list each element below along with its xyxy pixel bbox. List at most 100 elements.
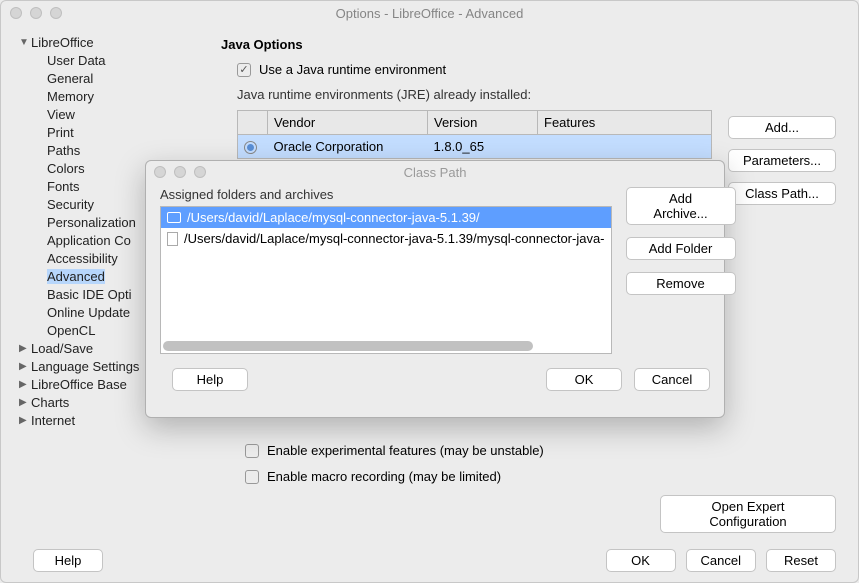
classpath-title: Class Path xyxy=(146,165,724,180)
disclosure-right-icon: ▶ xyxy=(19,361,31,372)
classpath-body: Assigned folders and archives /Users/dav… xyxy=(146,183,724,364)
tree-item-memory[interactable]: Memory xyxy=(15,87,201,105)
jre-col-features: Features xyxy=(538,111,712,135)
experimental-row[interactable]: Enable experimental features (may be uns… xyxy=(245,443,645,458)
add-folder-button[interactable]: Add Folder xyxy=(626,237,736,260)
jre-col-vendor: Vendor xyxy=(268,111,428,135)
tree-group-label: Internet xyxy=(31,413,75,428)
jre-table[interactable]: Vendor Version Features Oracle Corporati… xyxy=(237,110,712,159)
options-bottom-bar: Help OK Cancel Reset xyxy=(1,538,858,582)
jre-table-header: Vendor Version Features xyxy=(238,111,712,135)
tree-item-label: Security xyxy=(47,197,94,212)
jre-radio-cell[interactable] xyxy=(238,135,268,159)
tree-item-label: Fonts xyxy=(47,179,80,194)
disclosure-right-icon: ▶ xyxy=(19,415,31,426)
classpath-right-buttons: Add Archive... Add Folder Remove xyxy=(626,187,736,354)
classpath-list-item[interactable]: /Users/david/Laplace/mysql-connector-jav… xyxy=(161,207,611,228)
classpath-titlebar: Class Path xyxy=(146,161,724,183)
tree-item-label: Print xyxy=(47,125,74,140)
horizontal-scrollbar[interactable] xyxy=(163,341,609,351)
tree-item-label: Online Update xyxy=(47,305,130,320)
use-jre-checkbox[interactable] xyxy=(237,63,251,77)
open-expert-wrap: Open Expert Configuration xyxy=(660,495,836,533)
tree-item-label: OpenCL xyxy=(47,323,95,338)
minimize-icon[interactable] xyxy=(30,7,42,19)
classpath-item-path: /Users/david/Laplace/mysql-connector-jav… xyxy=(184,231,605,246)
scrollbar-thumb[interactable] xyxy=(163,341,533,351)
classpath-footer: Help OK Cancel xyxy=(146,364,724,403)
classpath-left: Assigned folders and archives /Users/dav… xyxy=(160,187,612,354)
tree-item-general[interactable]: General xyxy=(15,69,201,87)
cancel-button[interactable]: Cancel xyxy=(686,549,756,572)
add-jre-button[interactable]: Add... xyxy=(728,116,836,139)
folder-icon xyxy=(167,212,181,223)
traffic-lights xyxy=(10,7,62,19)
tree-root-libreoffice[interactable]: ▼ LibreOffice xyxy=(15,33,201,51)
tree-item-label: Basic IDE Opti xyxy=(47,287,132,302)
jre-col-select xyxy=(238,111,268,135)
tree-item-label: Paths xyxy=(47,143,80,158)
tree-item-paths[interactable]: Paths xyxy=(15,141,201,159)
close-icon[interactable] xyxy=(154,166,166,178)
disclosure-right-icon: ▶ xyxy=(19,397,31,408)
disclosure-down-icon: ▼ xyxy=(19,37,31,48)
java-side-buttons: Add... Parameters... Class Path... xyxy=(728,116,836,205)
use-jre-row[interactable]: Use a Java runtime environment xyxy=(237,62,838,77)
remove-button[interactable]: Remove xyxy=(626,272,736,295)
tree-item-user-data[interactable]: User Data xyxy=(15,51,201,69)
ok-button[interactable]: OK xyxy=(606,549,676,572)
zoom-icon[interactable] xyxy=(194,166,206,178)
jre-row[interactable]: Oracle Corporation 1.8.0_65 xyxy=(238,135,712,159)
zoom-icon[interactable] xyxy=(50,7,62,19)
file-icon xyxy=(167,232,178,246)
classpath-list-label: Assigned folders and archives xyxy=(160,187,612,202)
classpath-list-item[interactable]: /Users/david/Laplace/mysql-connector-jav… xyxy=(161,228,611,249)
close-icon[interactable] xyxy=(10,7,22,19)
tree-item-label: Accessibility xyxy=(47,251,118,266)
disclosure-right-icon: ▶ xyxy=(19,343,31,354)
classpath-ok-button[interactable]: OK xyxy=(546,368,622,391)
tree-item-label: User Data xyxy=(47,53,106,68)
reset-button[interactable]: Reset xyxy=(766,549,836,572)
jre-version-cell: 1.8.0_65 xyxy=(428,135,538,159)
classpath-help-button[interactable]: Help xyxy=(172,368,248,391)
use-jre-label: Use a Java runtime environment xyxy=(259,62,446,77)
tree-item-label: Colors xyxy=(47,161,85,176)
classpath-list[interactable]: /Users/david/Laplace/mysql-connector-jav… xyxy=(160,206,612,354)
help-button[interactable]: Help xyxy=(33,549,103,572)
open-expert-button[interactable]: Open Expert Configuration xyxy=(660,495,836,533)
tree-item-label: View xyxy=(47,107,75,122)
minimize-icon[interactable] xyxy=(174,166,186,178)
java-options-heading: Java Options xyxy=(221,37,838,52)
window-title: Options - LibreOffice - Advanced xyxy=(1,6,858,21)
traffic-lights xyxy=(154,166,206,178)
tree-item-label: Personalization xyxy=(47,215,136,230)
tree-root-label: LibreOffice xyxy=(31,35,94,50)
macro-row[interactable]: Enable macro recording (may be limited) xyxy=(245,469,645,484)
classpath-dialog: Class Path Assigned folders and archives… xyxy=(145,160,725,418)
experimental-label: Enable experimental features (may be uns… xyxy=(267,443,544,458)
classpath-item-path: /Users/david/Laplace/mysql-connector-jav… xyxy=(187,210,480,225)
radio-selected-icon[interactable] xyxy=(244,141,257,154)
tree-item-label: Advanced xyxy=(47,269,105,284)
add-archive-button[interactable]: Add Archive... xyxy=(626,187,736,225)
tree-group-label: Language Settings xyxy=(31,359,139,374)
tree-group-label: Load/Save xyxy=(31,341,93,356)
titlebar: Options - LibreOffice - Advanced xyxy=(1,1,858,25)
jre-col-version: Version xyxy=(428,111,538,135)
tree-item-label: General xyxy=(47,71,93,86)
parameters-button[interactable]: Parameters... xyxy=(728,149,836,172)
experimental-checkbox[interactable] xyxy=(245,444,259,458)
macro-label: Enable macro recording (may be limited) xyxy=(267,469,501,484)
disclosure-right-icon: ▶ xyxy=(19,379,31,390)
macro-checkbox[interactable] xyxy=(245,470,259,484)
jre-vendor-cell: Oracle Corporation xyxy=(268,135,428,159)
tree-item-print[interactable]: Print xyxy=(15,123,201,141)
jre-features-cell xyxy=(538,135,712,159)
classpath-button[interactable]: Class Path... xyxy=(728,182,836,205)
tree-item-label: Application Co xyxy=(47,233,131,248)
classpath-cancel-button[interactable]: Cancel xyxy=(634,368,710,391)
tree-group-label: LibreOffice Base xyxy=(31,377,127,392)
tree-item-view[interactable]: View xyxy=(15,105,201,123)
tree-item-label: Memory xyxy=(47,89,94,104)
